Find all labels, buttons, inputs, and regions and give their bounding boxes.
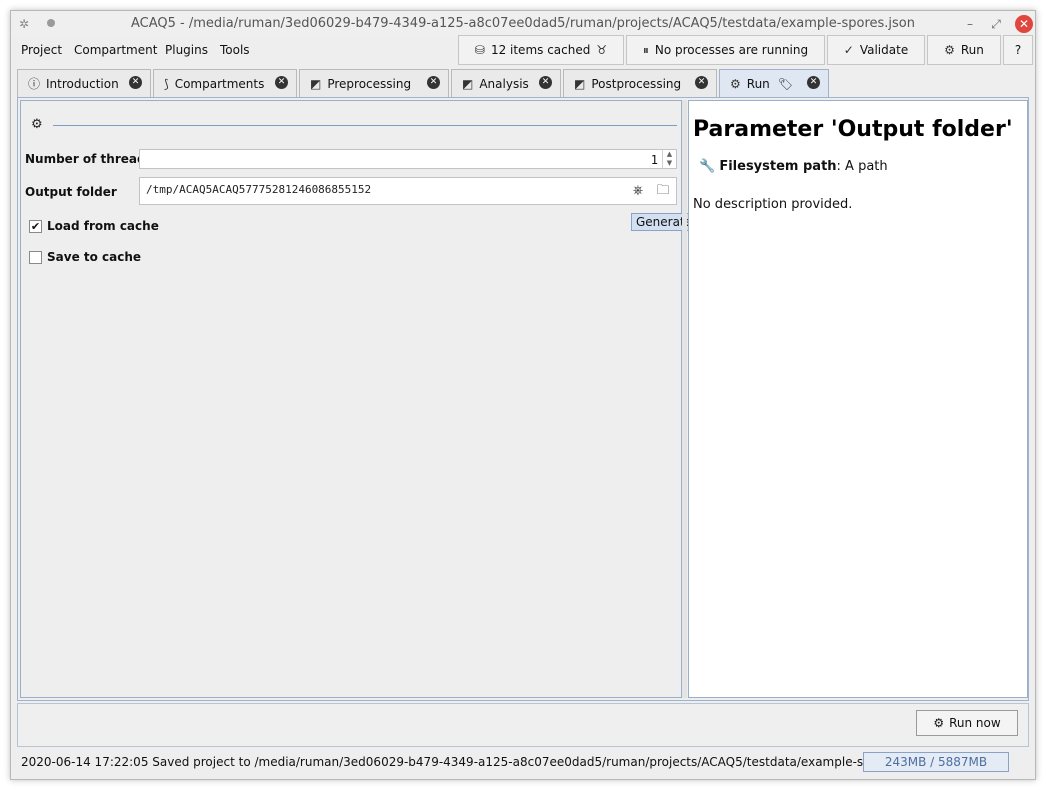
validate-button[interactable]: ✓ Validate [827, 35, 925, 65]
run-footer: ⚙ Run now [17, 703, 1029, 747]
tab-label: Postprocessing [591, 76, 682, 91]
tab-run[interactable]: ⚙ Run 🏷 ✕ [719, 69, 829, 97]
rename-tag-icon[interactable]: 🏷 [778, 77, 793, 91]
tab-label: Introduction [46, 76, 119, 91]
pause-icon: ⏸ [642, 42, 649, 57]
doc-title: Parameter 'Output folder' [693, 117, 1013, 142]
split-divider[interactable] [682, 100, 687, 698]
load-cache-label: Load from cache [47, 219, 159, 233]
threads-spinner[interactable]: 1 ▲ ▼ [139, 149, 677, 169]
run-now-button[interactable]: ⚙ Run now [916, 710, 1018, 736]
cache-button[interactable]: ⛁ 12 items cached ♉ [458, 35, 624, 65]
output-folder-label: Output folder [25, 185, 117, 199]
close-tab-icon[interactable]: ✕ [539, 76, 552, 89]
run-label: Run [960, 43, 984, 57]
graph-compartment-icon: ◩ [310, 76, 322, 91]
tab-postprocessing[interactable]: ◩ Postprocessing ✕ [563, 69, 717, 97]
settings-group-header: ⚙ [31, 117, 677, 133]
minimize-icon[interactable]: – [961, 15, 979, 33]
spinner-arrows-icon[interactable]: ▲ ▼ [662, 150, 676, 168]
save-cache-checkbox[interactable]: Save to cache [29, 250, 141, 264]
tab-label: Run [746, 76, 770, 91]
close-icon[interactable]: ✕ [1015, 15, 1033, 33]
tab-introduction[interactable]: ⓘ Introduction ✕ [17, 69, 151, 97]
tab-compartments[interactable]: ⟆ Compartments ✕ [153, 69, 297, 97]
close-tab-icon[interactable]: ✕ [427, 76, 440, 89]
folder-open-icon[interactable]: 🗀 [653, 181, 673, 201]
cache-label: 12 items cached [490, 43, 591, 57]
menu-compartment[interactable]: Compartment [74, 43, 157, 57]
menu-tools[interactable]: Tools [220, 43, 250, 57]
run-button[interactable]: ⚙ Run [927, 35, 1001, 65]
output-folder-value: /tmp/ACAQ5ACAQ57775281246086855152 [146, 183, 372, 196]
validate-label: Validate [859, 43, 909, 57]
wrench-icon: 🔧 [699, 159, 716, 174]
help-button[interactable]: ? [1003, 35, 1033, 65]
output-folder-field[interactable]: /tmp/ACAQ5ACAQ57775281246086855152 ⎈ 🗀 [139, 177, 677, 205]
memory-indicator[interactable]: 243MB / 5887MB [863, 752, 1009, 772]
title-bar: ✲ ACAQ5 - /media/ruman/3ed06029-b479-434… [11, 11, 1035, 37]
threads-label: Number of threads [25, 152, 153, 166]
checkbox-unchecked[interactable] [29, 250, 42, 264]
doc-description: No description provided. [693, 197, 853, 212]
app-window: ✲ ACAQ5 - /media/ruman/3ed06029-b479-434… [10, 10, 1036, 780]
run-gear-icon: ⚙ [944, 43, 955, 57]
doc-type: 🔧 Filesystem path: A path [699, 159, 888, 174]
doc-type-desc: : A path [836, 159, 888, 174]
generate-random-icon[interactable]: ⎈ [628, 181, 648, 201]
threads-value: 1 [650, 153, 658, 167]
graph-icon: ⟆ [164, 76, 169, 91]
run-now-label: Run now [949, 716, 1001, 730]
close-tab-icon[interactable]: ✕ [695, 76, 708, 89]
run-now-gear-icon: ⚙ [933, 716, 945, 730]
status-bar: 2020-06-14 17:22:05 Saved project to /me… [11, 749, 1035, 777]
checkbox-checked[interactable]: ✔ [29, 219, 42, 233]
close-tab-icon[interactable]: ✕ [129, 76, 142, 89]
run-icon: ⚙ [730, 76, 741, 91]
tab-label: Analysis [479, 76, 529, 91]
tab-label: Preprocessing [327, 76, 412, 91]
menu-plugins[interactable]: Plugins [165, 43, 208, 57]
close-tab-icon[interactable]: ✕ [275, 76, 288, 89]
doc-type-name: Filesystem path [719, 159, 837, 174]
load-cache-checkbox[interactable]: ✔ Load from cache [29, 219, 159, 233]
checkmark-icon: ✓ [843, 43, 854, 57]
save-cache-label: Save to cache [47, 250, 142, 264]
processes-label: No processes are running [654, 43, 809, 57]
run-panel: ⚙ Number of threads 1 ▲ ▼ Output folder /… [17, 97, 1029, 701]
menu-project[interactable]: Project [21, 43, 62, 57]
settings-gear-icon: ⚙ [31, 117, 43, 132]
close-tab-icon[interactable]: ✕ [807, 76, 820, 89]
menu-bar: Project Compartment Plugins Tools ⛁ 12 i… [11, 35, 1035, 65]
group-divider [53, 125, 677, 126]
processes-button[interactable]: ⏸ No processes are running [626, 35, 825, 65]
tab-preprocessing[interactable]: ◩ Preprocessing ✕ [299, 69, 449, 97]
clear-cache-icon: ♉ [596, 43, 608, 57]
graph-compartment-icon: ◩ [462, 76, 474, 91]
info-icon: ⓘ [28, 77, 41, 91]
window-title: ACAQ5 - /media/ruman/3ed06029-b479-4349-… [130, 16, 916, 31]
database-icon: ⛁ [474, 43, 485, 57]
settings-pane: ⚙ Number of threads 1 ▲ ▼ Output folder /… [20, 100, 825, 698]
tab-analysis[interactable]: ◩ Analysis ✕ [451, 69, 561, 97]
graph-compartment-icon: ◩ [574, 76, 586, 91]
help-icon: ? [1014, 43, 1022, 57]
status-message: 2020-06-14 17:22:05 Saved project to /me… [21, 755, 925, 769]
tab-label: Compartments [174, 76, 265, 91]
maximize-icon[interactable]: ⤢ [987, 15, 1005, 33]
documentation-pane: Parameter 'Output folder' 🔧 Filesystem p… [688, 100, 1028, 698]
